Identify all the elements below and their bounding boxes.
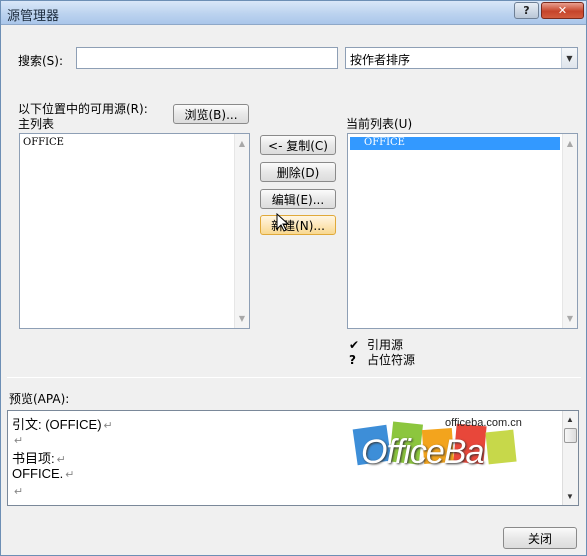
scroll-down-icon[interactable]: ▼ [563,311,577,326]
checkmark-icon: ✔ [349,338,360,352]
current-list[interactable]: OFFICE ▲ ▼ [347,133,578,329]
close-button[interactable]: 关闭 [503,527,577,549]
list-item[interactable]: OFFICE [23,137,64,150]
master-list-scrollbar[interactable]: ▲ ▼ [234,134,249,328]
current-list-label: 当前列表(U) [346,117,413,131]
preview-line: 书目项: ↵ [12,451,66,466]
paragraph-mark-icon: ↵ [56,454,66,466]
window-title: 源管理器 [7,9,60,24]
edit-button[interactable]: 编辑(E)... [260,189,336,209]
preview-line: OFFICE. ↵ [12,466,75,481]
current-list-scrollbar[interactable]: ▲ ▼ [562,134,577,328]
logo-brand: OfficeBa [361,433,484,471]
preview-line: 引文: (OFFICE) ↵ [12,417,113,432]
scroll-thumb[interactable] [564,428,577,443]
source-manager-dialog: 源管理器 ? ✕ 搜索(S): 按作者排序 ▼ 以下位置中的可用源(R): 浏览… [0,0,587,556]
legend-cited-text: 引用源 [367,338,404,352]
sort-select-value: 按作者排序 [350,53,411,67]
new-button[interactable]: 新建(N)... [260,215,336,235]
paragraph-mark-icon: ↵ [14,435,24,447]
scroll-up-icon[interactable]: ▲ [563,412,577,427]
scroll-down-icon[interactable]: ▼ [563,489,577,504]
officeba-logo: officeba.com.cn OfficeBa [351,415,531,481]
scroll-down-icon[interactable]: ▼ [235,311,249,326]
legend-placeholder: ? 占位符源 [349,351,415,368]
scroll-up-icon[interactable]: ▲ [235,136,249,151]
close-window-button[interactable]: ✕ [541,2,584,19]
list-item[interactable]: OFFICE [350,137,560,150]
scroll-up-icon[interactable]: ▲ [563,136,577,151]
search-input[interactable] [76,47,338,69]
paragraph-mark-icon: ↵ [65,469,75,481]
copy-button[interactable]: <- 复制(C) [260,135,336,155]
question-icon: ? [349,353,356,367]
paragraph-mark-icon: ↵ [14,486,24,498]
preview-scrollbar[interactable]: ▲ ▼ [562,411,578,505]
title-bar[interactable]: 源管理器 ? ✕ [1,1,586,25]
master-list-label: 主列表 [18,117,55,131]
divider [7,377,581,378]
chevron-down-icon[interactable]: ▼ [561,48,577,68]
master-list[interactable]: OFFICE ▲ ▼ [19,133,250,329]
paragraph-mark-icon: ↵ [103,420,113,432]
legend-placeholder-text: 占位符源 [367,353,416,367]
sort-select[interactable]: 按作者排序 ▼ [345,47,578,69]
mouse-cursor-icon [276,213,290,232]
preview-line: ↵ [12,483,23,498]
delete-button[interactable]: 删除(D) [260,162,336,182]
help-button[interactable]: ? [514,2,539,19]
search-label: 搜索(S): [18,54,64,68]
preview-line: ↵ [12,432,23,447]
preview-label: 预览(APA): [9,392,70,406]
logo-domain: officeba.com.cn [445,417,522,429]
browse-button[interactable]: 浏览(B)... [173,104,249,124]
